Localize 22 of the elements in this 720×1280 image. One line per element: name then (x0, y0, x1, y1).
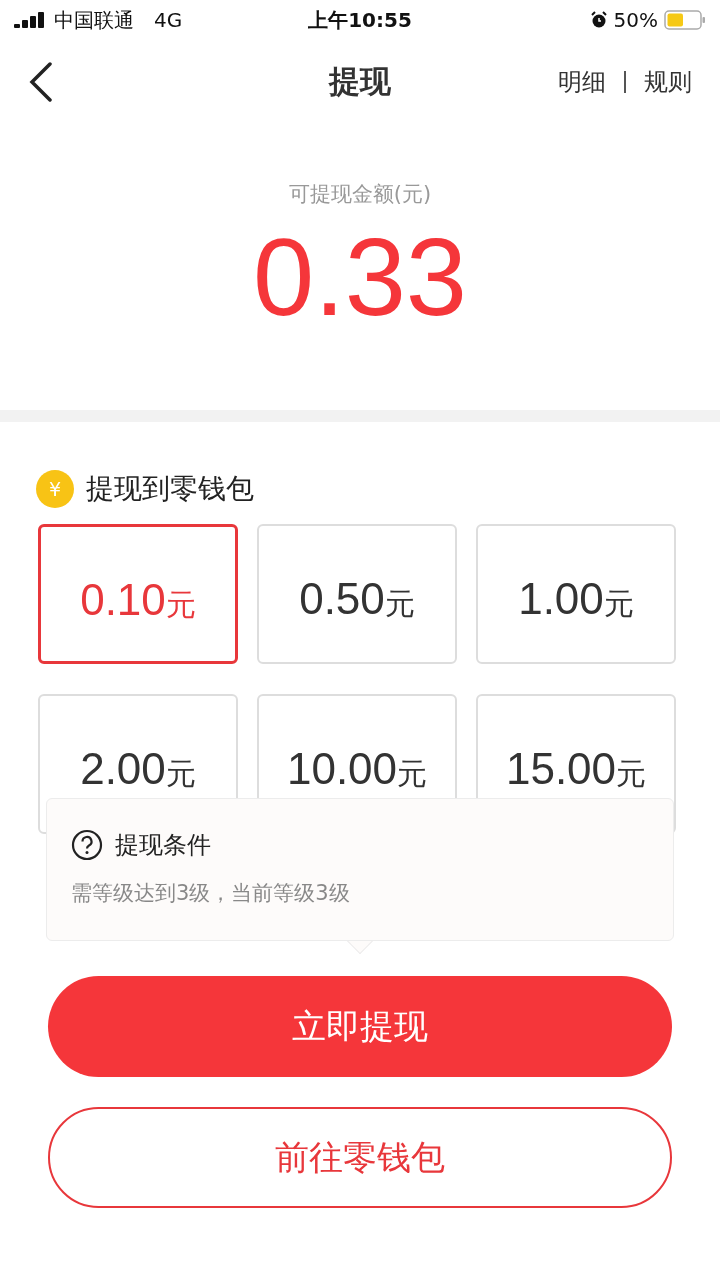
alarm-clock-icon (589, 11, 608, 29)
wallet-button[interactable]: 前往零钱包 (48, 1107, 672, 1208)
signal-icon (14, 12, 46, 28)
clock-time: 上午10:55 (308, 6, 412, 34)
back-icon[interactable] (28, 62, 54, 102)
battery-percent: 50% (613, 8, 658, 32)
yuan-coin-icon: ¥ (36, 470, 74, 508)
carrier-name: 中国联通 (54, 6, 134, 34)
battery-icon (664, 10, 706, 30)
page-title: 提现 (329, 62, 391, 101)
amount-option[interactable]: 0.10元 (38, 524, 238, 664)
amount-option[interactable]: 1.00元 (476, 524, 676, 664)
balance-amount: 0.33 (252, 222, 468, 332)
nav-link[interactable]: 明细 (558, 66, 606, 98)
balance-label: 可提现金额(元) (288, 181, 432, 208)
section-title: 提现到零钱包 (86, 471, 254, 507)
tooltip-text: 需等级达到3级，当前等级3级 (71, 880, 351, 907)
network-type: 4G (154, 8, 183, 32)
help-icon (71, 829, 103, 861)
amount-option[interactable]: 0.50元 (257, 524, 457, 664)
withdraw-button[interactable]: 立即提现 (48, 976, 672, 1077)
nav-link[interactable]: 规则 (644, 66, 692, 98)
